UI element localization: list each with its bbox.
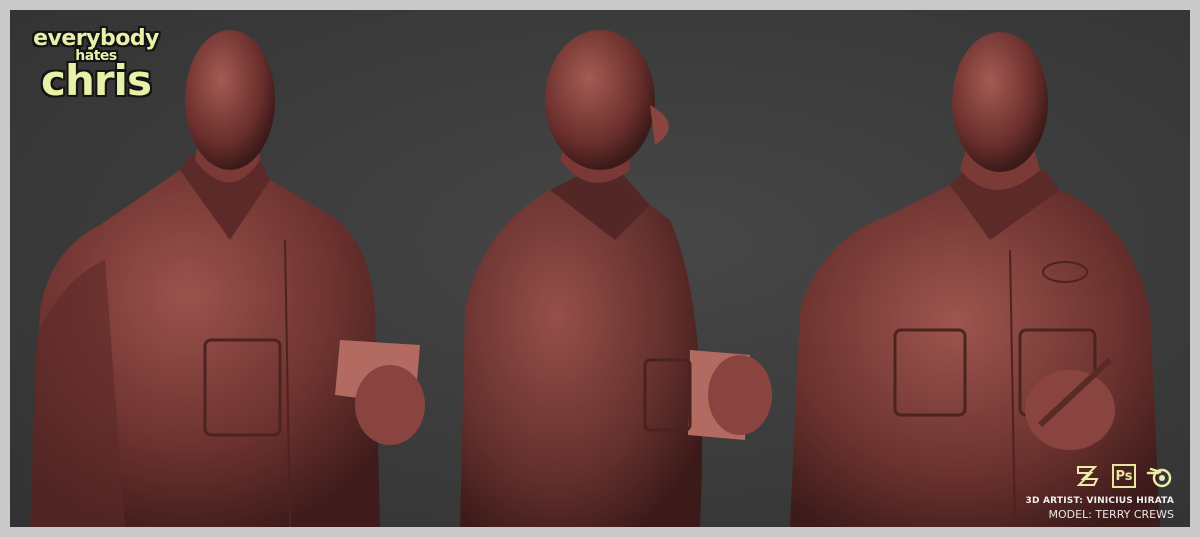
artist-credit: 3D ARTIST: VINICIUS HIRATA	[1025, 496, 1174, 506]
figure-side-view	[460, 30, 772, 527]
model-credit: MODEL: TERRY CREWS	[1048, 508, 1174, 521]
tool-icons: Ps	[1074, 462, 1174, 490]
logo-line-chris: chris	[41, 56, 152, 105]
zbrush-icon	[1074, 462, 1102, 490]
render-canvas: everybody hates chris Ps 3D ARTIST: VINI…	[10, 10, 1190, 527]
blender-icon	[1146, 462, 1174, 490]
photoshop-label: Ps	[1112, 464, 1136, 488]
figure-three-quarter-view	[790, 32, 1160, 527]
show-logo: everybody hates chris	[26, 26, 166, 106]
photoshop-icon: Ps	[1110, 462, 1138, 490]
credits: 3D ARTIST: VINICIUS HIRATA MODEL: TERRY …	[1026, 496, 1174, 521]
